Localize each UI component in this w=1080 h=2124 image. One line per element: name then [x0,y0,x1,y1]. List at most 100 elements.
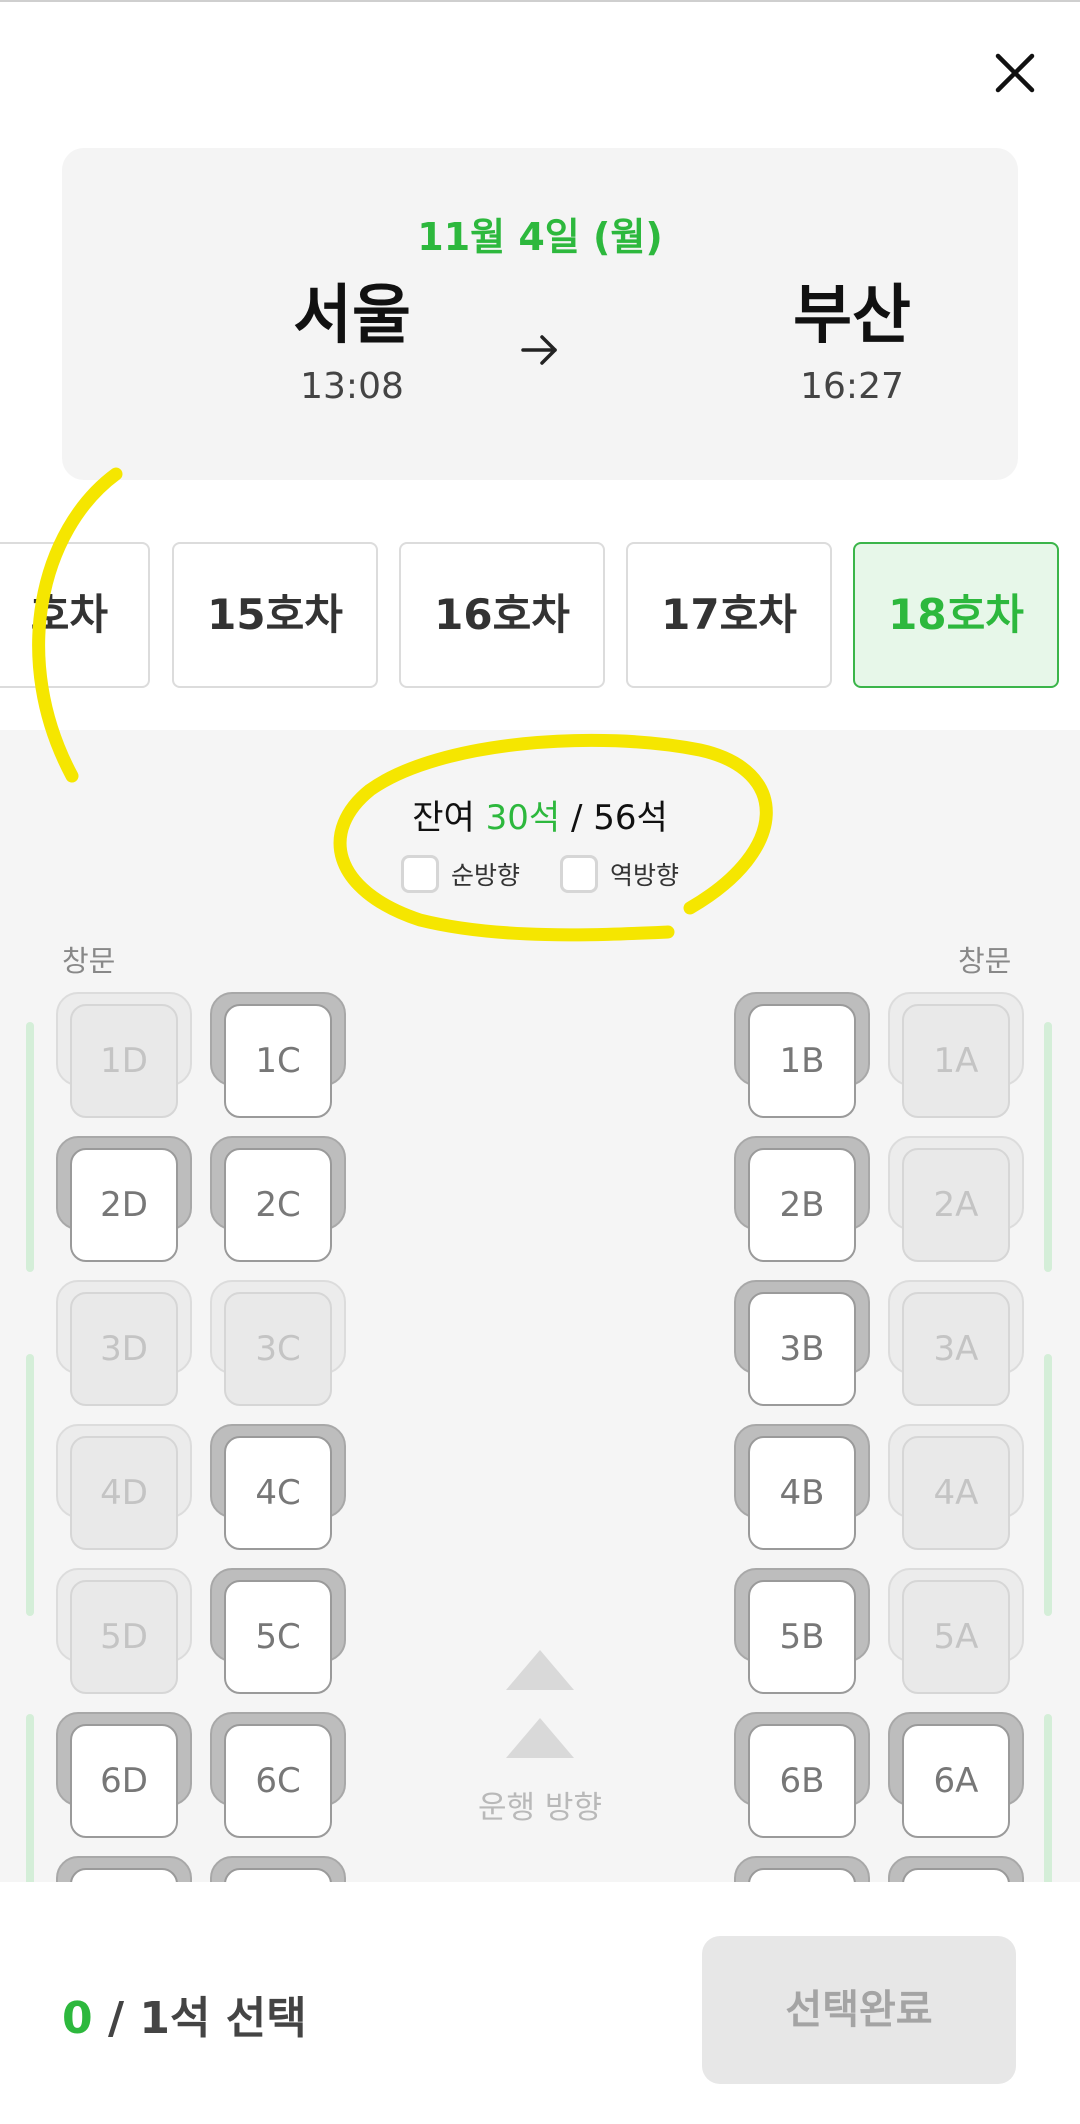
arrival-station: 부산 16:27 [702,276,1002,407]
seat-3d: 3D [56,1280,192,1408]
seat-label: 4A [902,1436,1010,1550]
close-button[interactable] [990,48,1040,98]
remaining-count: 30석 [485,798,561,838]
seat-label: 4C [224,1436,332,1550]
travel-direction-label: 운행 방향 [478,1790,602,1826]
car-tab-16[interactable]: 16호차 [399,542,605,688]
seat-2b[interactable]: 2B [734,1136,870,1264]
seat-5c[interactable]: 5C [210,1568,346,1696]
direction-arrow-icon [506,1650,574,1690]
window-bar [26,1022,34,1272]
seat-4c[interactable]: 4C [210,1424,346,1552]
trip-date: 11월 4일 (월) [417,215,663,259]
seat-label: 5A [902,1580,1010,1694]
seat-4a: 4A [888,1424,1024,1552]
car-tab-strip[interactable]: 호차 15호차 16호차 17호차 18호차 [0,540,1080,690]
backward-checkbox[interactable] [559,855,598,893]
seat-4d: 4D [56,1424,192,1552]
arrow-right-icon [521,335,557,365]
seat-label: 3B [748,1292,856,1406]
departure-station-name: 서울 [293,279,411,353]
seat-label: 1B [748,1004,856,1118]
window-bar [26,1714,34,1882]
travel-direction: 운행 방향 [470,1650,610,1827]
seat-label: 2A [902,1148,1010,1262]
seat-label: 4B [748,1436,856,1550]
seat-row7-partial[interactable] [56,1856,192,1882]
window-bar [1044,1022,1052,1272]
close-icon [995,53,1035,93]
backward-label: 역방향 [609,861,679,890]
seat-6c[interactable]: 6C [210,1712,346,1840]
bottom-bar: 0 / 1석 선택 선택완료 [0,1882,1080,2124]
window-label-left: 창문 [62,944,116,978]
seat-label: 2B [748,1148,856,1262]
seat-1c[interactable]: 1C [210,992,346,1120]
remaining-prefix: 잔여 [412,798,475,838]
seat-label: 1C [224,1004,332,1118]
window-label-right: 창문 [958,944,1012,978]
seat-2a: 2A [888,1136,1024,1264]
seat-row7-partial[interactable] [888,1856,1024,1882]
remaining-seats: 잔여 30석 / 56석 [0,790,1080,839]
seat-4b[interactable]: 4B [734,1424,870,1552]
seat-cushion [902,1868,1010,1882]
seat-5d: 5D [56,1568,192,1696]
direction-arrow-icon [506,1718,574,1758]
seat-row7-partial[interactable] [734,1856,870,1882]
seat-label: 2D [70,1148,178,1262]
seat-row7-partial[interactable] [210,1856,346,1882]
seat-label: 6B [748,1724,856,1838]
departure-station: 서울 13:08 [202,276,502,407]
window-bar [1044,1354,1052,1616]
seat-5b[interactable]: 5B [734,1568,870,1696]
seat-label: 3C [224,1292,332,1406]
departure-time: 13:08 [300,366,404,407]
forward-label: 순방향 [451,861,521,890]
seat-label: 5C [224,1580,332,1694]
arrival-station-name: 부산 [793,279,911,353]
seat-6d[interactable]: 6D [56,1712,192,1840]
seat-3c: 3C [210,1280,346,1408]
car-tab-17[interactable]: 17호차 [626,542,832,688]
remaining-separator: / [570,798,583,838]
window-bar [1044,1714,1052,1882]
seat-2d[interactable]: 2D [56,1136,192,1264]
seat-1b[interactable]: 1B [734,992,870,1120]
seat-1a: 1A [888,992,1024,1120]
backward-filter[interactable]: 역방향 [559,855,679,893]
seat-cushion [748,1868,856,1882]
seat-6a[interactable]: 6A [888,1712,1024,1840]
seat-label: 6A [902,1724,1010,1838]
arrival-time: 16:27 [800,366,904,407]
seat-label: 3D [70,1292,178,1406]
trip-info-card: 11월 4일 (월) 서울 13:08 부산 16:27 [62,148,1018,480]
forward-checkbox[interactable] [401,855,439,893]
seat-label: 6D [70,1724,178,1838]
car-tab-18[interactable]: 18호차 [853,542,1059,688]
seat-label: 3A [902,1292,1010,1406]
seat-6b[interactable]: 6B [734,1712,870,1840]
seat-cushion [224,1868,332,1882]
seat-label: 1D [70,1004,178,1118]
selection-count: 0 / 1석 선택 [62,1982,307,2046]
seat-2c[interactable]: 2C [210,1136,346,1264]
car-tab-15[interactable]: 15호차 [172,542,378,688]
car-tab-14[interactable]: 호차 [0,542,150,688]
done-button[interactable]: 선택완료 [702,1936,1016,2084]
seat-3a: 3A [888,1280,1024,1408]
seat-cushion [70,1868,178,1882]
forward-filter[interactable]: 순방향 [401,855,520,893]
seat-label: 6C [224,1724,332,1838]
seat-label: 2C [224,1148,332,1262]
seat-label: 4D [70,1436,178,1550]
seat-label: 5B [748,1580,856,1694]
seat-5a: 5A [888,1568,1024,1696]
direction-filters: 순방향 역방향 [0,855,1080,899]
seat-3b[interactable]: 3B [734,1280,870,1408]
window-bar [26,1354,34,1616]
seat-label: 1A [902,1004,1010,1118]
seat-label: 5D [70,1580,178,1694]
seat-1d: 1D [56,992,192,1120]
top-divider [0,0,1080,2]
